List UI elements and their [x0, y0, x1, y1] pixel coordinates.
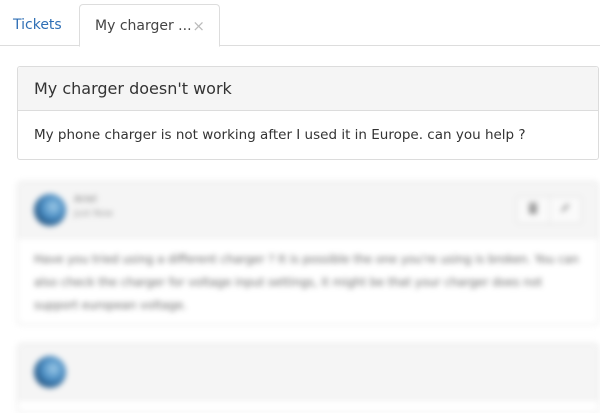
avatar: [34, 356, 66, 388]
reply-card: Ariel Just Now Have you tried using a di…: [17, 181, 599, 325]
reply-actions: [516, 196, 582, 224]
tab-my-charger-label: My charger ...: [95, 18, 192, 34]
reply-header: Ariel Just Now: [18, 182, 598, 238]
avatar: [34, 194, 66, 226]
ticket-subject: My charger doesn't work: [18, 67, 598, 111]
reply-header: [18, 344, 598, 400]
tab-my-charger[interactable]: My charger ... ×: [79, 4, 220, 47]
tab-tickets[interactable]: Tickets: [0, 4, 78, 46]
reply-timestamp: Just Now: [74, 209, 114, 219]
close-icon[interactable]: ×: [192, 5, 205, 47]
reply-author: Ariel: [74, 194, 97, 205]
reply-card: [17, 343, 599, 413]
edit-button[interactable]: [549, 197, 581, 223]
pencil-icon: [559, 203, 571, 217]
ticket-tabs: Tickets My charger ... ×: [0, 0, 600, 47]
delete-button[interactable]: [517, 197, 550, 223]
trash-icon: [528, 202, 538, 217]
ticket-panel: My charger doesn't work My phone charger…: [17, 66, 599, 160]
ticket-message: My phone charger is not working after I …: [34, 127, 526, 143]
reply-text: Have you tried using a different charger…: [34, 252, 579, 312]
